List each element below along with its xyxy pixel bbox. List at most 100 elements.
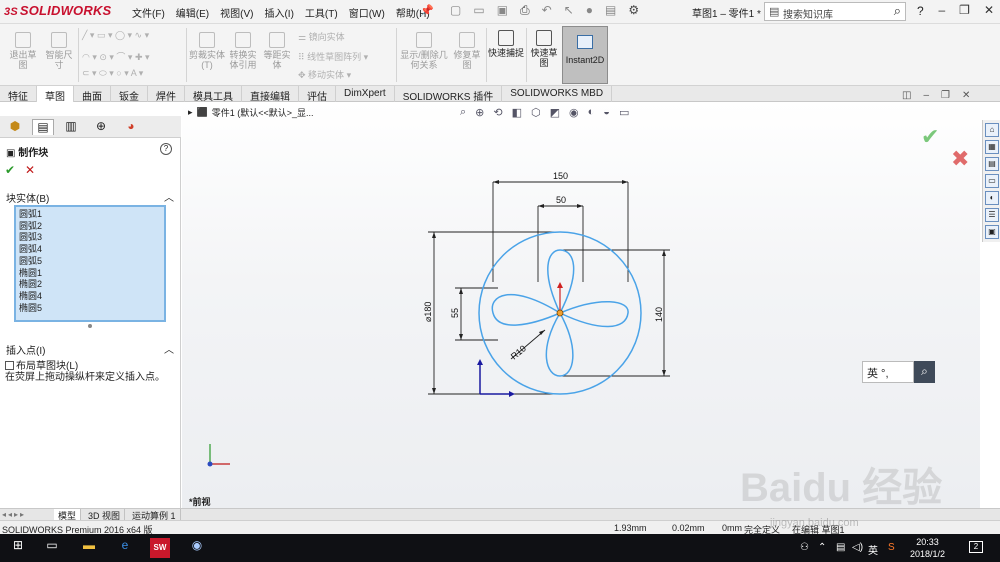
dim-diameter-label[interactable]: ⌀180 [423, 302, 433, 322]
property-manager-icon[interactable]: ▤ [32, 119, 54, 135]
open-icon[interactable]: ▭ [473, 3, 484, 18]
rapid-sketch-button[interactable]: 快速草图 [528, 30, 560, 68]
file-explorer-taskbar-icon[interactable]: ▬ [80, 538, 98, 558]
tab-features[interactable]: 特征 [0, 86, 37, 103]
tray-network-icon[interactable]: ▤ [836, 542, 845, 553]
tab-surfaces[interactable]: 曲面 [74, 86, 111, 103]
smart-dimension-button[interactable]: 智能尺寸 [42, 32, 76, 70]
zoom-to-fit-icon[interactable]: ⌕ [460, 106, 466, 119]
search-box[interactable]: ▤ 搜索知识库 ⌕ [764, 2, 906, 21]
graphics-area[interactable]: 150 50 ⌀180 55 140 R10 [182, 102, 980, 508]
insert-point-origin[interactable] [556, 309, 564, 317]
dim-radius-label[interactable]: R10 [509, 343, 528, 361]
help-button[interactable]: ? [917, 4, 924, 18]
display-manager-icon[interactable]: ◕ [120, 119, 142, 135]
trim-entities-button[interactable]: 剪裁实体(T) [188, 32, 226, 70]
solidworks-logo[interactable]: 3S SOLIDWORKS [4, 3, 111, 18]
search-input[interactable]: 搜索知识库 [783, 6, 833, 21]
confirm-corner-ok-icon[interactable]: ✔ [921, 124, 939, 150]
edge-icon[interactable]: e [116, 538, 134, 558]
section-view-icon[interactable]: ◧ [512, 106, 522, 119]
list-item[interactable]: 椭圆4 [19, 291, 161, 303]
offset-entities-button[interactable]: 等距实体 [260, 32, 294, 70]
quick-snaps-button[interactable]: 快速捕捉 [488, 30, 524, 58]
arc-tools[interactable]: ◠ ▾ ⊙ ▾ ⌒ ▾ ✚ ▾ [82, 50, 150, 63]
view-settings-icon[interactable]: ▭ [619, 106, 629, 119]
rebuild-icon[interactable]: ● [586, 3, 593, 18]
insertion-point-section[interactable]: 插入点(I) ︿ [6, 342, 174, 357]
solidworks-taskbar-icon[interactable]: SW [150, 538, 170, 558]
block-entities-list[interactable]: 圆弧1 圆弧2 圆弧3 圆弧4 圆弧5 椭圆1 椭圆2 椭圆4 椭圆5 [14, 205, 166, 322]
repair-sketch-button[interactable]: 修复草图 [452, 32, 482, 70]
viewport-close-icon[interactable]: ✕ [962, 90, 970, 101]
block-entities-section[interactable]: 块实体(B) ︿ [6, 190, 174, 205]
collapse-icon[interactable]: ︿ [164, 341, 174, 356]
exit-sketch-button[interactable]: 退出草图 [6, 32, 40, 70]
feature-manager-icon[interactable]: ⬢ [4, 119, 26, 135]
app-taskbar-icon[interactable]: ◉ [188, 538, 206, 558]
convert-entities-button[interactable]: 转换实体引用 [226, 32, 260, 70]
appearances-icon[interactable]: ◐ [985, 191, 999, 205]
list-item[interactable]: 椭圆2 [19, 279, 161, 291]
dim-55-label[interactable]: 55 [450, 308, 460, 318]
design-library-icon[interactable]: ▤ [985, 157, 999, 171]
tab-direct-editing[interactable]: 直接编辑 [242, 86, 299, 103]
file-props-icon[interactable]: ▤ [605, 3, 616, 18]
viewport-restore-icon[interactable]: ◫ [902, 90, 911, 101]
sketch-canvas[interactable]: 150 50 ⌀180 55 140 R10 [182, 102, 980, 508]
task-view-icon[interactable]: ▭ [44, 538, 60, 558]
appearance-icon[interactable]: ◐ [588, 106, 595, 119]
list-item[interactable]: 椭圆5 [19, 303, 161, 315]
list-item[interactable]: 圆弧2 [19, 221, 161, 233]
configuration-manager-icon[interactable]: ▥ [60, 119, 82, 135]
hide-show-icon[interactable]: ◉ [569, 106, 579, 119]
ok-button[interactable]: ✔ [5, 163, 15, 177]
line-tools[interactable]: ╱ ▾ ▭ ▾ ◯ ▾ ∿ ▾ [82, 30, 149, 41]
zoom-area-icon[interactable]: ⊕ [475, 106, 484, 119]
list-item[interactable]: 圆弧3 [19, 232, 161, 244]
dim-50-label[interactable]: 50 [556, 195, 566, 205]
mirror-entities-button[interactable]: ⚌ 镜向实体 [298, 30, 345, 43]
scene-icon[interactable]: ◒ [603, 106, 610, 119]
confirm-corner-cancel-icon[interactable]: ✖ [951, 146, 969, 172]
display-relations-button[interactable]: 显示/删除几何关系 [400, 32, 448, 70]
tray-ime[interactable]: 英 [868, 542, 878, 557]
maximize-button[interactable]: ❐ [959, 3, 970, 17]
tab-sketch[interactable]: 草图 [37, 86, 74, 103]
dim-140-label[interactable]: 140 [654, 307, 664, 322]
select-icon[interactable]: ↖ [564, 3, 574, 18]
list-item[interactable]: 圆弧5 [19, 256, 161, 268]
pm-help-icon[interactable]: ? [160, 143, 172, 155]
search-scope-icon[interactable]: ▤ [769, 5, 779, 18]
dim-150-label[interactable]: 150 [553, 171, 568, 181]
close-button[interactable]: ✕ [984, 3, 994, 17]
list-item[interactable]: 椭圆1 [19, 268, 161, 280]
tray-sogou-icon[interactable]: S [888, 542, 895, 553]
home-icon[interactable]: ⌂ [985, 123, 999, 137]
tray-people-icon[interactable]: ⚇ [800, 542, 809, 553]
undo-icon[interactable]: ↶ [542, 3, 552, 18]
menu-insert[interactable]: 插入(I) [264, 5, 293, 20]
options-icon[interactable]: ⚙ [628, 3, 639, 18]
expand-arrow-icon[interactable]: ▸ [188, 107, 193, 118]
custom-properties-icon[interactable]: ☰ [985, 208, 999, 222]
new-doc-icon[interactable]: ▢ [450, 3, 461, 18]
collapse-icon[interactable]: ︿ [164, 189, 174, 204]
print-icon[interactable]: ⎙ [520, 3, 530, 18]
previous-view-icon[interactable]: ⟲ [493, 106, 502, 119]
windows-start-icon[interactable]: ⊞ [10, 538, 26, 558]
view-orientation-icon[interactable]: ⬡ [531, 106, 541, 119]
linear-pattern-button[interactable]: ⠿ 线性草图阵列 ▾ [298, 50, 368, 63]
menu-view[interactable]: 视图(V) [220, 5, 253, 20]
tab-mbd[interactable]: SOLIDWORKS MBD [502, 86, 613, 102]
pin-icon[interactable]: 📌 [420, 4, 434, 17]
menu-window[interactable]: 窗口(W) [349, 5, 385, 20]
menu-file[interactable]: 文件(F) [132, 5, 165, 20]
file-explorer-icon[interactable]: ▭ [985, 174, 999, 188]
move-entities-button[interactable]: ✥ 移动实体 ▾ [298, 68, 351, 81]
tray-chevron-icon[interactable]: ⌃ [818, 542, 826, 553]
notification-center-icon[interactable]: 2 [969, 541, 983, 553]
save-icon[interactable]: ▣ [497, 3, 508, 18]
resources-icon[interactable]: ▦ [985, 140, 999, 154]
tab-weldments[interactable]: 焊件 [148, 86, 185, 103]
